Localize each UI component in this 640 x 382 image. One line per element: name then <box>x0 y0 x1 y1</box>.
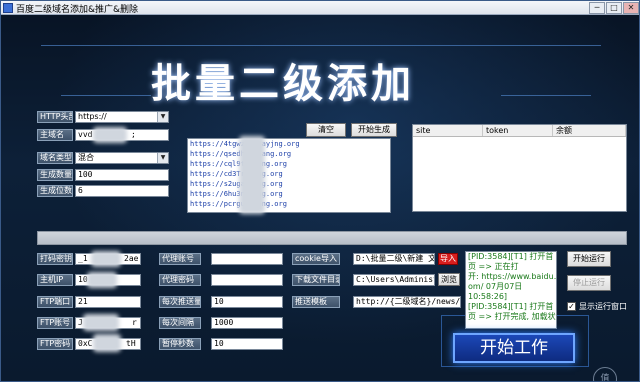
title-bar: 百度二级域名添加&推广&删除 ─ □ ✕ <box>1 1 639 15</box>
decor-line-right <box>501 95 591 96</box>
url-line: https://6hu3nm. ng.org <box>190 190 283 198</box>
ftp-account-suffix: r <box>132 318 137 327</box>
table-header: site token 余额 <box>413 125 626 137</box>
domain-type-label: 域名类型 <box>37 152 73 164</box>
download-dir-label: 下载文件目录 <box>292 274 340 286</box>
chevron-down-icon: ▼ <box>157 112 168 122</box>
maximize-button[interactable]: □ <box>606 2 622 14</box>
url-line: https://cql9ts. ang.org <box>190 160 287 168</box>
import-button[interactable]: 导入 <box>438 253 458 265</box>
start-work-button[interactable]: 开始工作 <box>453 333 575 363</box>
url-line: https://pcrgu8. ang.org <box>190 200 287 208</box>
app-icon <box>3 3 13 13</box>
pause-seconds-input[interactable]: 10 <box>211 338 283 350</box>
main-domain-suffix: ; <box>131 130 136 139</box>
domain-type-value: 混合 <box>78 153 94 162</box>
minimize-button[interactable]: ─ <box>589 2 605 14</box>
url-line: https://4tgwzq.v ayjng.org <box>190 140 300 148</box>
decor-line-top <box>41 45 601 46</box>
download-dir-input[interactable]: C:\Users\Administrato <box>353 274 435 286</box>
ftp-pwd-value: 0xC <box>78 339 93 348</box>
ftp-port-label: FTP端口 <box>37 296 73 308</box>
push-per-time-input[interactable]: 10 <box>211 296 283 308</box>
show-window-label: 显示运行窗口 <box>579 302 627 311</box>
log-line: 开: https://www.baidu.c <box>468 272 557 281</box>
log-line: om/ 07月07日 <box>468 282 523 291</box>
proxy-account-input[interactable] <box>211 253 283 265</box>
proxy-account-label: 代理账号 <box>159 253 201 265</box>
column-token[interactable]: token <box>483 125 553 136</box>
gen-digits-input[interactable]: 6 <box>75 185 169 197</box>
url-list-textarea[interactable]: https://4tgwzq.v ayjng.org https://qsedh… <box>187 138 391 213</box>
ftp-account-label: FTP账号 <box>37 317 73 329</box>
column-balance[interactable]: 余额 <box>553 125 626 136</box>
chevron-down-icon: ▼ <box>157 153 168 163</box>
progress-band <box>37 231 627 245</box>
each-interval-label: 每次间隔 <box>159 317 201 329</box>
url-line: https://cd3Trv. ng.org <box>190 170 283 178</box>
stop-run-button[interactable]: 停止运行 <box>567 275 611 291</box>
close-button[interactable]: ✕ <box>623 2 639 14</box>
log-line: [PID:3584][T1] 打开首 <box>468 302 554 311</box>
proxy-pwd-label: 代理密码 <box>159 274 201 286</box>
column-site[interactable]: site <box>413 125 483 136</box>
client-area: 批量二级添加 HTTP头部 https:// ▼ 主域名 vvd ; 域名类型 … <box>1 15 639 381</box>
gen-count-input[interactable]: 100 <box>75 169 169 181</box>
push-template-label: 推送模板 <box>292 296 340 308</box>
host-ip-label: 主机IP <box>37 274 73 286</box>
push-per-time-label: 每次推送量 <box>159 296 201 308</box>
domain-type-select[interactable]: 混合 ▼ <box>75 152 169 164</box>
redaction-blur <box>91 251 121 267</box>
main-domain-label: 主域名 <box>37 129 73 141</box>
log-line: 10:58:26] <box>468 292 508 301</box>
cookie-import-label: cookie导入 <box>292 253 340 265</box>
cookie-import-input[interactable]: D:\批量二级\新建 文本 <box>353 253 435 265</box>
http-head-select[interactable]: https:// ▼ <box>75 111 169 123</box>
url-line: https://qsedhf. nang.org <box>190 150 292 158</box>
clear-button[interactable]: 清空 <box>306 123 346 137</box>
push-template-input[interactable]: http://{二级域名}/news/{随机数} <box>353 296 461 308</box>
log-line: 页 => 正在打 <box>468 262 519 271</box>
ftp-pwd-label: FTP密码 <box>37 338 73 350</box>
app-window: 百度二级域名添加&推广&删除 ─ □ ✕ 批量二级添加 HTTP头部 https… <box>0 0 640 382</box>
redaction-blur <box>93 334 121 352</box>
pack-key-suffix: 2ae <box>124 254 139 263</box>
pack-key-value: _1 <box>78 254 88 263</box>
decor-line-left <box>61 95 151 96</box>
http-head-value: https:// <box>78 112 107 121</box>
log-line: 页 => 打开完成, 加载状 <box>468 312 556 321</box>
log-line: [PID:3584][T1] 打开首 <box>468 252 554 261</box>
run-log[interactable]: [PID:3584][T1] 打开首 页 => 正在打 开: https://w… <box>465 251 557 329</box>
show-window-checkbox[interactable]: ✓ <box>567 302 576 311</box>
redaction-blur <box>83 314 119 331</box>
main-domain-value: vvd <box>78 130 93 139</box>
start-generate-button[interactable]: 开始生成 <box>351 123 397 137</box>
url-line: https://s2ugai. ng.org <box>190 180 283 188</box>
each-interval-input[interactable]: 1000 <box>211 317 283 329</box>
browse-button[interactable]: 浏览 <box>438 273 460 286</box>
http-head-label: HTTP头部 <box>37 111 73 123</box>
ftp-port-input[interactable]: 21 <box>75 296 141 308</box>
redaction-blur <box>87 272 117 288</box>
pack-key-label: 打码密钥 <box>37 253 73 265</box>
ftp-pwd-suffix: tH <box>126 339 136 348</box>
proxy-pwd-input[interactable] <box>211 274 283 286</box>
site-token-table[interactable]: site token 余额 <box>412 124 627 212</box>
redaction-blur <box>93 127 127 143</box>
pause-seconds-label: 暂停秒数 <box>159 338 201 350</box>
redaction-blur <box>239 136 265 214</box>
gen-digits-label: 生成位数 <box>37 185 73 197</box>
window-title: 百度二级域名添加&推广&删除 <box>16 5 139 15</box>
gen-count-label: 生成数量 <box>37 169 73 181</box>
start-run-button[interactable]: 开始运行 <box>567 251 611 267</box>
watermark-logo: 值 <box>593 367 617 381</box>
banner-title: 批量二级添加 <box>151 61 415 107</box>
